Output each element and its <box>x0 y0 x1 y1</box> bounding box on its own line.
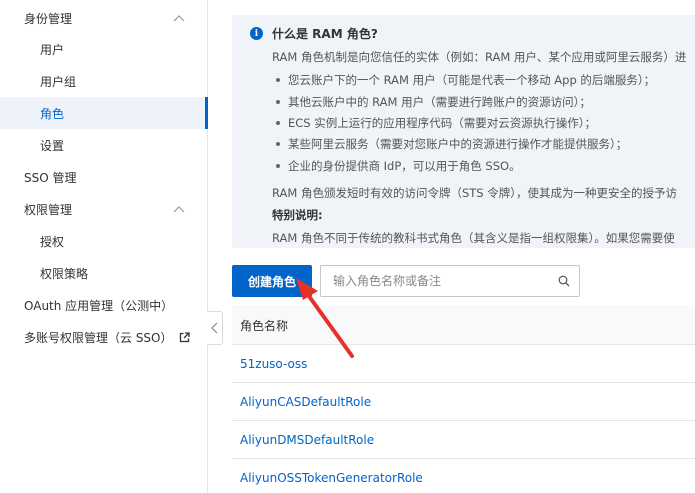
sidebar-item-user-groups[interactable]: 用户组 <box>0 65 207 97</box>
sidebar-item-roles[interactable]: 角色 <box>0 97 208 129</box>
info-title: 什么是 RAM 角色? <box>272 27 378 41</box>
sidebar-item-label: 权限策略 <box>40 266 89 281</box>
info-bullet: 其他云账户中的 RAM 用户（需要进行跨账户的资源访问）； <box>272 94 591 110</box>
role-name-link[interactable]: AliyunDMSDefaultRole <box>240 433 374 447</box>
search-input[interactable] <box>321 266 551 296</box>
sidebar: 身份管理 用户 用户组 角色 设置 SSO 管理 权限管理 授权 权限策略 OA… <box>0 0 208 493</box>
chevron-up-icon <box>173 15 185 22</box>
role-search <box>320 265 580 297</box>
sidebar-item-settings[interactable]: 设置 <box>0 129 207 161</box>
info-special-title: 特别说明: <box>272 208 323 222</box>
sidebar-item-label: 权限管理 <box>24 202 73 217</box>
sidebar-group-permissions[interactable]: 权限管理 <box>0 193 207 225</box>
info-bullet: 您云账户下的一个 RAM 用户（可能是代表一个移动 App 的后端服务）； <box>272 72 655 88</box>
sidebar-item-label: 多账号权限管理（云 SSO） <box>24 330 173 345</box>
ram-console: 身份管理 用户 用户组 角色 设置 SSO 管理 权限管理 授权 权限策略 OA… <box>0 0 695 493</box>
sidebar-item-policies[interactable]: 权限策略 <box>0 257 207 289</box>
info-bullet: 企业的身份提供商 IdP，可以用于角色 SSO。 <box>272 158 521 174</box>
table-row: 51zuso-oss <box>232 345 695 383</box>
sidebar-item-grants[interactable]: 授权 <box>0 225 207 257</box>
sidebar-item-sso[interactable]: SSO 管理 <box>0 161 207 193</box>
create-role-button[interactable]: 创建角色 <box>232 265 312 297</box>
info-panel: i 什么是 RAM 角色? RAM 角色机制是向您信任的实体（例如：RAM 用户… <box>232 15 695 248</box>
sidebar-item-oauth[interactable]: OAuth 应用管理（公测中） <box>0 289 207 321</box>
chevron-left-icon <box>211 322 218 334</box>
sidebar-item-users[interactable]: 用户 <box>0 33 207 65</box>
sidebar-item-label: 用户 <box>40 42 65 57</box>
role-name-link[interactable]: 51zuso-oss <box>240 357 307 371</box>
sidebar-item-label: 角色 <box>40 106 65 121</box>
sidebar-collapse-button[interactable] <box>207 311 223 345</box>
sidebar-item-label: 用户组 <box>40 74 77 89</box>
column-header-role-name: 角色名称 <box>240 319 289 333</box>
external-link-icon <box>179 331 190 342</box>
table-row: AliyunOSSTokenGeneratorRole <box>232 459 695 493</box>
sidebar-item-label: 授权 <box>40 234 65 249</box>
table-header: 角色名称 <box>232 305 695 345</box>
info-icon: i <box>250 27 263 40</box>
sidebar-item-label: SSO 管理 <box>24 170 77 185</box>
role-name-link[interactable]: AliyunCASDefaultRole <box>240 395 371 409</box>
sidebar-item-cloud-sso[interactable]: 多账号权限管理（云 SSO） <box>0 321 207 353</box>
sidebar-group-identity[interactable]: 身份管理 <box>0 2 207 34</box>
info-intro: RAM 角色机制是向您信任的实体（例如：RAM 用户、某个应用或阿里云服务）进 <box>272 50 687 64</box>
sidebar-item-label: 身份管理 <box>24 11 73 26</box>
info-bullet: 某些阿里云服务（需要对您账户中的资源进行操作才能提供服务）； <box>272 136 627 152</box>
info-bullet: ECS 实例上运行的应用程序代码（需要对云资源执行操作）； <box>272 115 596 131</box>
search-icon[interactable] <box>558 275 570 287</box>
sidebar-item-label: 设置 <box>40 138 65 153</box>
sidebar-item-label: OAuth 应用管理（公测中） <box>24 298 174 313</box>
info-sts-line: RAM 角色颁发短时有效的访问令牌（STS 令牌），使其成为一种更安全的授予访 <box>272 186 677 200</box>
chevron-up-icon <box>173 206 185 213</box>
role-name-link[interactable]: AliyunOSSTokenGeneratorRole <box>240 471 423 485</box>
info-special-text: RAM 角色不同于传统的教科书式角色（其含义是指一组权限集）。如果您需要使 <box>272 231 675 245</box>
table-row: AliyunDMSDefaultRole <box>232 421 695 459</box>
table-row: AliyunCASDefaultRole <box>232 383 695 421</box>
